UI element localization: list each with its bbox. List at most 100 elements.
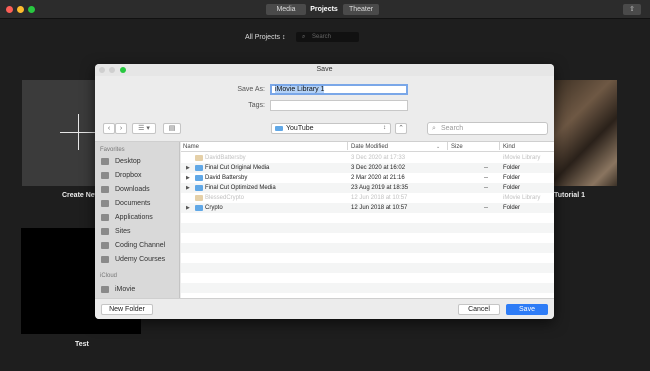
file-kind: Folder: [503, 205, 521, 211]
empty-row: [181, 273, 554, 283]
new-folder-button[interactable]: New Folder: [101, 304, 153, 315]
tab-theater[interactable]: Theater: [343, 4, 379, 15]
file-name: Crypto: [205, 205, 223, 211]
sidebar-item-label: Sites: [115, 228, 131, 235]
app-toolbar: Media Projects Theater ⇧: [0, 0, 650, 19]
project-search-input[interactable]: ⌕ Search: [296, 32, 359, 42]
share-icon[interactable]: ⇧: [623, 4, 641, 15]
group-button[interactable]: ▤: [163, 123, 181, 134]
file-size: --: [484, 205, 488, 211]
file-row[interactable]: BlessedCrypto 12 Jun 2018 at 10:57 iMovi…: [181, 193, 554, 203]
favorites-heading: Favorites: [100, 147, 125, 153]
empty-row: [181, 233, 554, 243]
save-as-value: iMovie Library 1: [275, 86, 325, 93]
chevron-left-icon: ‹: [107, 125, 111, 132]
folder-icon: [101, 228, 109, 235]
save-as-label: Save As:: [237, 86, 265, 93]
file-name: Final Cut Optimized Media: [205, 185, 276, 191]
search-icon: ⌕: [302, 34, 306, 40]
folder-icon: [195, 185, 203, 191]
dialog-title-bar: Save: [95, 64, 554, 76]
zoom-window-button[interactable]: [28, 6, 35, 13]
tutorial-project-thumbnail[interactable]: [551, 80, 617, 186]
folder-icon: [195, 175, 203, 181]
empty-row: [181, 213, 554, 223]
save-dialog: Save Save As: iMovie Library 1 Tags: ‹ ›…: [95, 64, 554, 319]
sidebar-item-sites[interactable]: Sites: [101, 226, 179, 237]
disclosure-triangle-icon[interactable]: ▶: [186, 163, 190, 173]
sidebar-item-applications[interactable]: Applications: [101, 212, 179, 223]
dialog-zoom-button[interactable]: [120, 67, 126, 73]
documents-icon: [101, 200, 109, 207]
imovie-library-icon: [195, 195, 203, 201]
file-date: 3 Dec 2020 at 17:33: [351, 155, 406, 161]
cancel-button[interactable]: Cancel: [458, 304, 500, 315]
imovie-window: Media Projects Theater ⇧ All Projects ↕ …: [0, 0, 650, 371]
sidebar-item-documents[interactable]: Documents: [101, 198, 179, 209]
sidebar-item-label: Documents: [115, 200, 151, 207]
save-button[interactable]: Save: [506, 304, 548, 315]
disclosure-triangle-icon[interactable]: ▶: [186, 183, 190, 193]
file-row[interactable]: DavidBattersby 3 Dec 2020 at 17:33 iMovi…: [181, 153, 554, 163]
dropbox-icon: [101, 172, 109, 179]
minimize-window-button[interactable]: [17, 6, 24, 13]
file-row[interactable]: ▶ Final Cut Optimized Media 23 Aug 2019 …: [181, 183, 554, 193]
desktop-icon: [101, 158, 109, 165]
column-divider: [499, 142, 500, 150]
file-row[interactable]: ▶ David Battersby 2 Mar 2020 at 21:16 --…: [181, 173, 554, 183]
tab-projects[interactable]: Projects: [306, 4, 342, 15]
view-options-button[interactable]: ☰ ▾: [132, 123, 156, 134]
all-projects-filter[interactable]: All Projects ↕: [245, 34, 285, 41]
file-kind: Folder: [503, 165, 521, 171]
plus-icon-vertical: [78, 114, 79, 150]
sidebar-item-udemy-courses[interactable]: Udemy Courses: [101, 254, 179, 265]
disclosure-triangle-icon[interactable]: ▶: [186, 173, 190, 183]
downloads-icon: [101, 186, 109, 193]
sidebar-item-label: Applications: [115, 214, 153, 221]
back-button[interactable]: ‹: [103, 123, 115, 134]
column-size[interactable]: Size: [451, 142, 463, 152]
expand-button[interactable]: ⌃: [395, 123, 407, 134]
file-date: 23 Aug 2019 at 18:35: [351, 185, 409, 191]
file-row[interactable]: ▶ Final Cut Original Media 3 Dec 2020 at…: [181, 163, 554, 173]
sidebar-item-desktop[interactable]: Desktop: [101, 156, 179, 167]
file-list-header: Name Date Modified ⌄ Size Kind: [181, 142, 554, 152]
folder-icon: [195, 205, 203, 211]
folder-icon: [195, 165, 203, 171]
tutorial-project-label: Tutorial 1: [554, 192, 585, 199]
close-window-button[interactable]: [6, 6, 13, 13]
dialog-close-button[interactable]: [99, 67, 105, 73]
dialog-search-placeholder: Search: [441, 125, 464, 132]
folder-icon: [101, 242, 109, 249]
folder-icon: [275, 126, 283, 131]
tab-media[interactable]: Media: [266, 4, 306, 15]
column-name[interactable]: Name: [183, 142, 199, 152]
sidebar-item-imovie[interactable]: iMovie: [101, 284, 179, 295]
file-row[interactable]: ▶ Crypto 12 Jun 2018 at 10:57 -- Folder: [181, 203, 554, 213]
file-name: Final Cut Original Media: [205, 165, 270, 171]
folder-icon: [101, 256, 109, 263]
sidebar-item-dropbox[interactable]: Dropbox: [101, 170, 179, 181]
search-placeholder: Search: [312, 34, 332, 40]
forward-button[interactable]: ›: [115, 123, 127, 134]
sidebar-item-coding-channel[interactable]: Coding Channel: [101, 240, 179, 251]
sidebar-item-label: Udemy Courses: [115, 256, 166, 263]
column-divider: [347, 142, 348, 150]
disclosure-triangle-icon[interactable]: ▶: [186, 203, 190, 213]
file-date: 2 Mar 2020 at 21:16: [351, 175, 405, 181]
chevron-up-icon: ⌃: [398, 125, 404, 132]
file-size: --: [484, 165, 488, 171]
save-as-input[interactable]: iMovie Library 1: [270, 84, 408, 95]
location-popup[interactable]: YouTube ↕: [271, 123, 391, 134]
column-kind[interactable]: Kind: [503, 142, 515, 152]
dialog-minimize-button[interactable]: [109, 67, 115, 73]
file-name: David Battersby: [205, 175, 248, 181]
sidebar-item-downloads[interactable]: Downloads: [101, 184, 179, 195]
location-label: YouTube: [286, 125, 314, 132]
column-date-modified[interactable]: Date Modified: [351, 142, 388, 152]
dialog-search-input[interactable]: ⌕ Search: [427, 122, 548, 135]
tags-input[interactable]: [270, 100, 408, 111]
file-date: 12 Jun 2018 at 10:57: [351, 205, 408, 211]
file-kind: iMovie Library: [503, 195, 541, 201]
sort-chevron-icon: ⌄: [436, 144, 441, 150]
